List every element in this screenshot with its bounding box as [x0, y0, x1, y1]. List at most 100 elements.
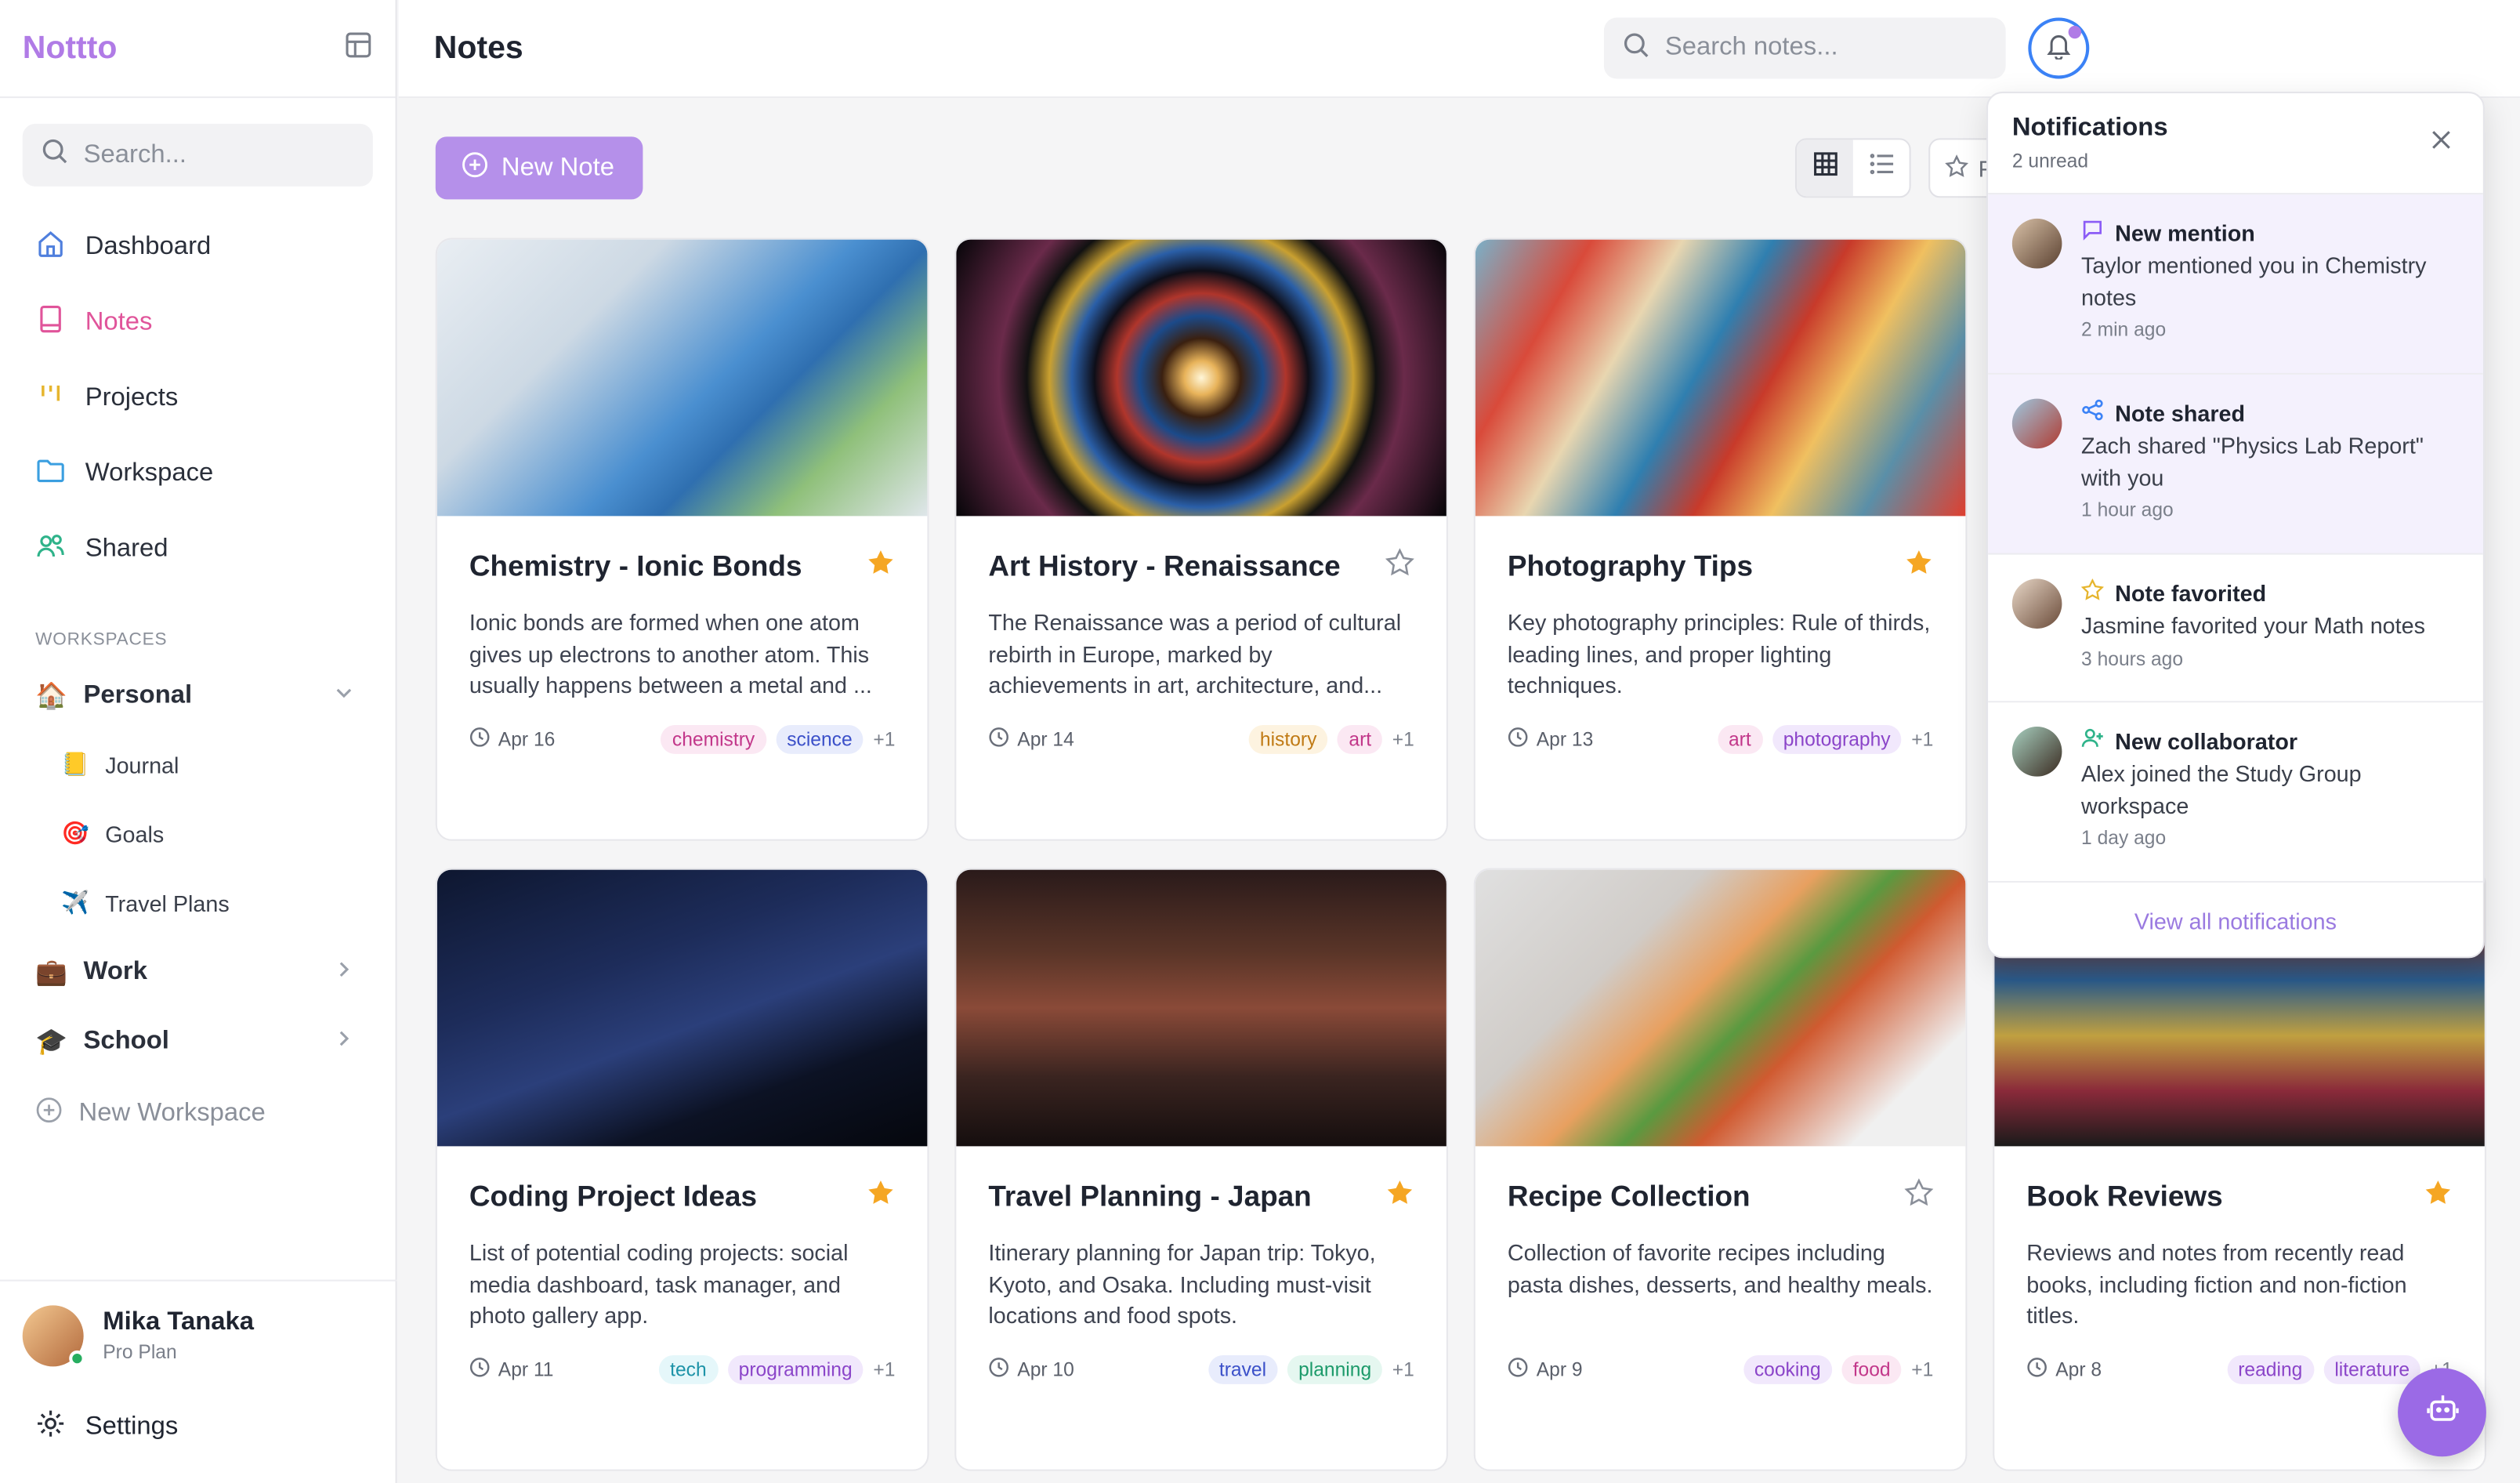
note-title: Book Reviews — [2026, 1180, 2223, 1213]
star-filled-icon[interactable] — [2424, 1178, 2453, 1215]
tag-chip[interactable]: reading — [2226, 1354, 2314, 1384]
notification-message: Taylor mentioned you in Chemistry notes — [2081, 252, 2427, 310]
clock-icon — [1508, 727, 1529, 752]
avatar — [22, 1305, 85, 1367]
house-emoji-icon: 🏠 — [35, 682, 67, 710]
assistant-bot-button[interactable] — [2398, 1368, 2486, 1457]
sidebar-toggle-icon[interactable] — [344, 30, 373, 67]
chevron-down-icon[interactable] — [335, 681, 354, 710]
home-icon — [35, 227, 66, 266]
notification-item[interactable]: Note shared Zach shared "Physics Lab Rep… — [1988, 374, 2483, 555]
tag-chip[interactable]: art — [1338, 725, 1383, 754]
view-all-notifications-link[interactable]: View all notifications — [1988, 883, 2483, 956]
view-toggle — [1794, 138, 1911, 198]
note-card[interactable]: Coding Project Ideas List of potential c… — [435, 868, 929, 1471]
more-tags-count: +1 — [1911, 728, 1934, 751]
notification-type: New mention — [2115, 219, 2255, 245]
clock-icon — [988, 1357, 1009, 1383]
workspace-work[interactable]: 💼 Work — [0, 937, 396, 1006]
avatar — [2011, 727, 2062, 777]
note-description: Reviews and notes from recently read boo… — [2026, 1239, 2407, 1329]
nav-item-workspace[interactable]: Workspace — [0, 436, 396, 511]
main-nav: Dashboard Notes Projects Workspace Share… — [0, 209, 396, 587]
note-title: Art History - Renaissance — [988, 549, 1341, 582]
star-filled-icon[interactable] — [1385, 1178, 1414, 1215]
list-view-button[interactable] — [1853, 140, 1910, 196]
note-cover-image — [436, 869, 928, 1147]
notification-item[interactable]: New collaborator Alex joined the Study G… — [1988, 702, 2483, 883]
note-date: Apr 16 — [469, 727, 555, 752]
note-title: Recipe Collection — [1507, 1180, 1751, 1213]
note-card[interactable]: Chemistry - Ionic Bonds Ionic bonds are … — [435, 237, 929, 841]
grid-view-button[interactable] — [1797, 140, 1853, 197]
star-filled-icon[interactable] — [866, 548, 895, 585]
close-icon[interactable] — [2431, 129, 2451, 158]
star-outline-icon — [1945, 154, 1969, 183]
sidebar-search-input[interactable]: Search... — [22, 123, 373, 187]
profile-row[interactable]: Mika Tanaka Pro Plan — [0, 1282, 397, 1367]
search-notes-input[interactable]: Search notes... — [1603, 17, 2006, 79]
message-icon — [2081, 219, 2104, 246]
tag-chip[interactable]: science — [775, 725, 864, 754]
tag-chip[interactable]: photography — [1772, 725, 1902, 754]
nav-item-dashboard[interactable]: Dashboard — [0, 209, 396, 285]
star-filled-icon[interactable] — [866, 1178, 895, 1215]
tag-chip[interactable]: planning — [1287, 1354, 1383, 1384]
workspace-item-journal[interactable]: 📒 Journal — [0, 730, 396, 799]
note-description: Itinerary planning for Japan trip: Tokyo… — [988, 1239, 1376, 1329]
settings-button[interactable]: Settings — [0, 1409, 397, 1447]
notification-item[interactable]: New mention Taylor mentioned you in Chem… — [1988, 194, 2483, 375]
note-description: The Renaissance was a period of cultural… — [988, 609, 1402, 698]
brand-bar: Nottto — [0, 0, 396, 99]
nav-item-shared[interactable]: Shared — [0, 511, 396, 586]
notifications-header: Notifications 2 unread — [1988, 93, 2483, 195]
note-title: Chemistry - Ionic Bonds — [469, 549, 802, 582]
note-card[interactable]: Photography Tips Key photography princip… — [1473, 237, 1968, 841]
notebook-icon — [35, 303, 66, 342]
new-workspace-button[interactable]: New Workspace — [0, 1075, 396, 1152]
tag-chip[interactable]: art — [1717, 725, 1763, 754]
workspaces-label: WORKSPACES — [35, 629, 168, 650]
note-card[interactable]: Travel Planning - Japan Itinerary planni… — [954, 868, 1448, 1471]
briefcase-emoji-icon: 💼 — [35, 959, 67, 987]
top-header: Notes — [398, 0, 2520, 99]
tag-chip[interactable]: food — [1841, 1354, 1902, 1384]
page-title: Notes — [433, 29, 523, 66]
chevron-right-icon[interactable] — [335, 1027, 354, 1056]
note-cover-image — [436, 239, 928, 517]
graduation-cap-emoji-icon: 🎓 — [35, 1028, 67, 1056]
workspace-item-travel-plans[interactable]: ✈️ Travel Plans — [0, 868, 396, 937]
chevron-right-icon[interactable] — [335, 957, 354, 986]
nav-item-notes[interactable]: Notes — [0, 285, 396, 360]
tag-chip[interactable]: chemistry — [661, 725, 766, 754]
more-tags-count: +1 — [1392, 1358, 1414, 1381]
star-outline-icon[interactable] — [1385, 548, 1414, 585]
app-logo[interactable]: Nottto — [23, 30, 118, 67]
tag-chip[interactable]: tech — [658, 1354, 718, 1384]
tag-chip[interactable]: travel — [1208, 1354, 1278, 1384]
workspace-school[interactable]: 🎓 School — [0, 1006, 396, 1075]
tag-chip[interactable]: history — [1248, 725, 1328, 754]
clock-icon — [469, 1357, 491, 1383]
nav-item-projects[interactable]: Projects — [0, 360, 396, 435]
note-title: Travel Planning - Japan — [988, 1180, 1312, 1213]
note-date: Apr 14 — [988, 727, 1074, 752]
note-title: Coding Project Ideas — [469, 1180, 758, 1213]
workspace-item-goals[interactable]: 🎯 Goals — [0, 799, 396, 868]
star-filled-icon[interactable] — [1904, 548, 1933, 585]
note-date: Apr 10 — [988, 1357, 1074, 1383]
note-card[interactable]: Art History - Renaissance The Renaissanc… — [954, 237, 1448, 841]
grid-icon — [1812, 151, 1838, 185]
workspace-personal[interactable]: 🏠 Personal — [0, 661, 396, 730]
tag-chip[interactable]: cooking — [1743, 1354, 1833, 1384]
tag-chip[interactable]: programming — [727, 1354, 864, 1384]
clock-icon — [988, 727, 1009, 752]
star-outline-icon[interactable] — [1904, 1178, 1934, 1215]
note-date: Apr 13 — [1508, 727, 1593, 752]
clock-icon — [1508, 1357, 1529, 1383]
notification-item[interactable]: Note favorited Jasmine favorited your Ma… — [1988, 555, 2483, 703]
new-note-button[interactable]: New Note — [435, 136, 643, 200]
tag-chip[interactable]: literature — [2323, 1354, 2421, 1384]
notifications-button[interactable] — [2028, 17, 2090, 79]
note-card[interactable]: Recipe Collection Collection of favorite… — [1473, 868, 1968, 1471]
